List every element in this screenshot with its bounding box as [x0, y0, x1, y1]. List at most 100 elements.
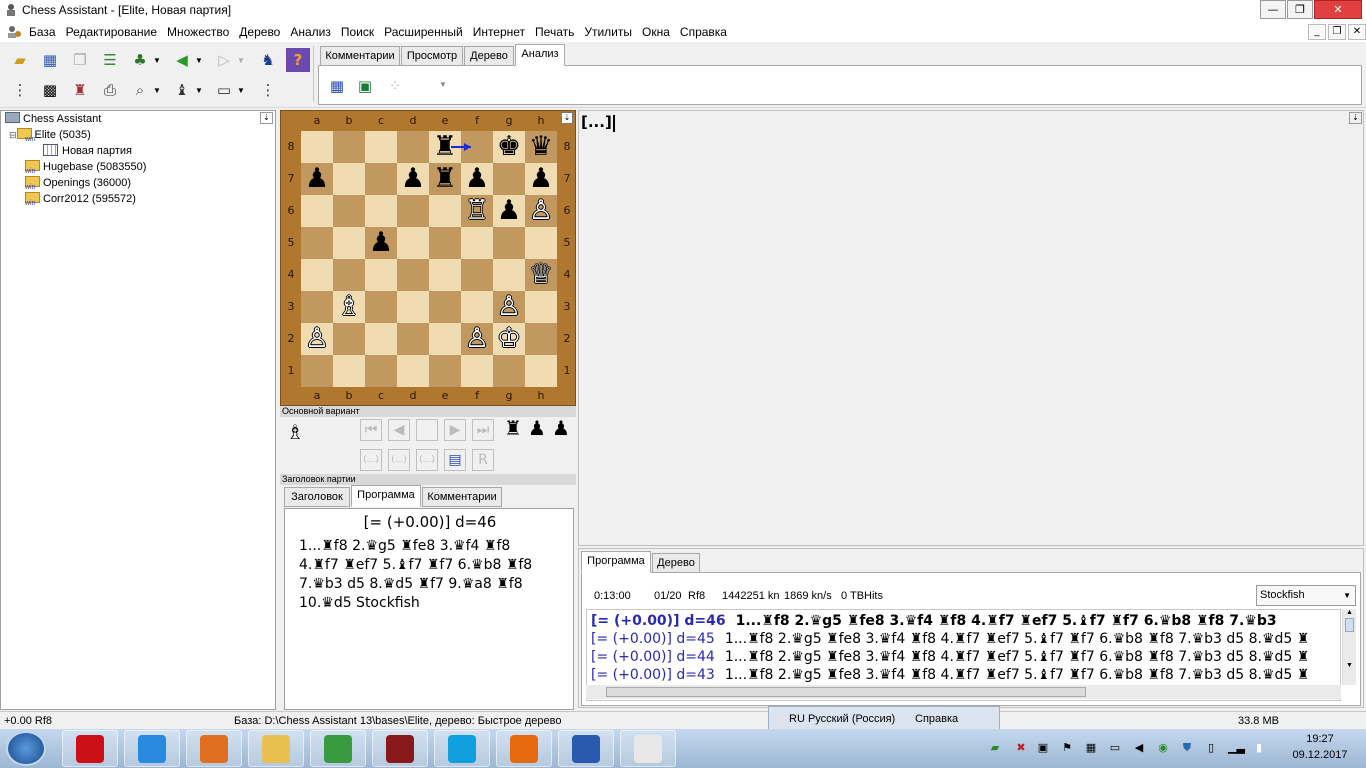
chevron-down-icon[interactable]: ▼ [237, 86, 245, 95]
tree-root[interactable]: Chess Assistant [5, 111, 101, 127]
chevron-down-icon[interactable]: ▼ [237, 56, 245, 65]
clock-date[interactable]: 09.12.2017 [1280, 749, 1360, 761]
engine-line[interactable]: [= (+0.00)] d=46 1...♜f8 2.♛g5 ♜fe8 3.♛f4… [591, 612, 1277, 630]
menu-item[interactable]: Редактирование [61, 22, 162, 42]
tree-item-elite[interactable]: ⊟ Elite (5035) [9, 127, 91, 143]
menu-item[interactable]: Множество [162, 22, 234, 42]
copy-icon[interactable]: ❐ [68, 48, 92, 72]
tab-engine-tree[interactable]: Дерево [652, 553, 700, 573]
board-icon[interactable]: ▩ [38, 78, 62, 102]
tournament-icon[interactable]: ♞ [256, 48, 280, 72]
print-icon[interactable]: ⎙ [98, 78, 122, 102]
minimize-button[interactable]: — [1260, 0, 1286, 19]
board-edit-icon[interactable]: ♜ [68, 78, 92, 102]
notation-view-icon[interactable]: ▤ [444, 449, 466, 471]
notation-line[interactable]: 1...♜f8 2.♛g5 ♜fe8 3.♛f4 ♜f8 [299, 537, 532, 556]
menu-item[interactable]: Дерево [234, 22, 285, 42]
tab-header[interactable]: Заголовок [284, 487, 350, 507]
open-folder-icon[interactable]: ▰ [8, 48, 32, 72]
tab-tree[interactable]: Дерево [464, 46, 514, 66]
arrow-right-icon[interactable]: ▷ [212, 48, 236, 72]
chevron-down-icon[interactable]: ▼ [195, 86, 203, 95]
panel-pin-icon[interactable]: ⇣ [1349, 112, 1362, 124]
tray-icon[interactable]: ✖ [1014, 741, 1028, 755]
vertical-scrollbar[interactable]: ▲ ▼ [1342, 609, 1356, 685]
network-icon[interactable]: ▦ [1084, 741, 1098, 755]
tab-comments[interactable]: Комментарии [422, 487, 502, 507]
tree-item-hugebase[interactable]: Hugebase (5083550) [25, 159, 146, 175]
notation-line[interactable]: 10.♛d5 Stockfish [299, 594, 532, 613]
tree-view-icon[interactable]: ⋮ [8, 78, 32, 102]
notation-line[interactable]: 4.♜f7 ♜ef7 5.♝f7 ♜f7 6.♛b8 ♜f8 [299, 556, 532, 575]
previous-move-button[interactable]: ◀ [388, 419, 410, 441]
tab-analysis[interactable]: Анализ [515, 44, 565, 66]
tree-item-corr2012[interactable]: Corr2012 (595572) [25, 191, 136, 207]
taskbar-app-skype[interactable] [434, 730, 490, 767]
taskbar-app-firefox[interactable] [496, 730, 552, 767]
engine-icon[interactable]: ♝ [170, 78, 194, 102]
taskbar-app-opera[interactable] [62, 730, 118, 767]
start-button[interactable] [6, 731, 46, 766]
tab-program[interactable]: Программа [351, 485, 421, 507]
chevron-down-icon[interactable]: ▼ [195, 56, 203, 65]
chevron-down-icon[interactable]: ▼ [439, 80, 447, 89]
update-icon[interactable]: ◉ [1156, 741, 1170, 755]
arrow-left-icon[interactable]: ◀ [170, 48, 194, 72]
tree-list-icon[interactable]: ⋮ [256, 78, 280, 102]
help-icon[interactable]: ? [286, 48, 310, 72]
variation-button[interactable]: (...) [360, 449, 382, 471]
shield-icon[interactable]: ⛊ [1180, 741, 1194, 755]
menu-item[interactable]: База [24, 22, 61, 42]
engine-line[interactable]: [= (+0.00)] d=43 1...♜f8 2.♛g5 ♜fe8 3.♛f4… [591, 666, 1309, 684]
notation-line[interactable]: 7.♛b3 d5 8.♛d5 ♜f7 9.♛a8 ♜f8 [299, 575, 532, 594]
battery-icon[interactable]: ▮ [1252, 741, 1266, 755]
list-icon[interactable]: ☰ [98, 48, 122, 72]
panel-pin-icon[interactable]: ⇣ [561, 112, 573, 124]
engine-monitor-icon[interactable]: ▣ [353, 74, 377, 98]
first-move-button[interactable]: ⏮ [360, 419, 382, 441]
annotation-pane[interactable]: [...] ⇣ [578, 110, 1364, 546]
tray-icon[interactable]: ▰ [988, 741, 1002, 755]
menu-item[interactable]: Справка [675, 22, 732, 42]
play-button[interactable] [416, 419, 438, 441]
menu-item[interactable]: Расширенный [379, 22, 468, 42]
clock-time[interactable]: 19:27 [1280, 733, 1360, 745]
flag-icon[interactable]: ⚑ [1060, 741, 1074, 755]
document-icon[interactable] [6, 25, 22, 39]
lock-icon[interactable]: ▣ [1036, 741, 1050, 755]
engine-line[interactable]: [= (+0.00)] d=44 1...♜f8 2.♛g5 ♜fe8 3.♛f4… [591, 648, 1309, 666]
variation-button[interactable]: (...) [416, 449, 438, 471]
tree-icon[interactable]: ♣ [128, 48, 152, 72]
taskbar-app-media-player[interactable] [186, 730, 242, 767]
tree-item-openings[interactable]: Openings (36000) [25, 175, 131, 191]
menu-item[interactable]: Окна [637, 22, 675, 42]
replay-icon[interactable]: R [472, 449, 494, 471]
taskbar-app-word[interactable] [558, 730, 614, 767]
tab-engine-program[interactable]: Программа [581, 551, 651, 573]
engine-select[interactable]: Stockfish ▼ [1256, 585, 1356, 606]
chevron-down-icon[interactable]: ▼ [153, 86, 161, 95]
scroll-thumb[interactable] [606, 687, 1086, 697]
scroll-down-icon[interactable]: ▼ [1343, 662, 1356, 669]
taskbar-app-internet-explorer[interactable] [124, 730, 180, 767]
display-icon[interactable]: ▭ [1108, 741, 1122, 755]
menu-item[interactable]: Поиск [336, 22, 379, 42]
taskbar-app-chrome[interactable] [310, 730, 366, 767]
monitor-icon[interactable]: ▭ [212, 78, 236, 102]
mdi-close-button[interactable]: ✕ [1348, 24, 1366, 40]
engine-line[interactable]: [= (+0.00)] d=45 1...♜f8 2.♛g5 ♜fe8 3.♛f4… [591, 630, 1309, 648]
database-window-icon[interactable]: ▦ [38, 48, 62, 72]
mdi-restore-button[interactable]: ❐ [1328, 24, 1346, 40]
horizontal-scrollbar[interactable] [586, 685, 1341, 699]
maximize-button[interactable]: ❐ [1287, 0, 1313, 19]
close-button[interactable]: ✕ [1314, 0, 1362, 19]
tab-comments[interactable]: Комментарии [320, 46, 400, 66]
language-bar[interactable]: RU Русский (Россия) Справка [768, 706, 1000, 730]
taskbar-app-file-explorer[interactable] [248, 730, 304, 767]
menu-item[interactable]: Печать [530, 22, 579, 42]
next-move-button[interactable]: ▶ [444, 419, 466, 441]
help-label[interactable]: Справка [915, 710, 958, 728]
tab-view[interactable]: Просмотр [401, 46, 463, 66]
mdi-minimize-button[interactable]: _ [1308, 24, 1326, 40]
scroll-thumb[interactable] [1345, 618, 1354, 632]
